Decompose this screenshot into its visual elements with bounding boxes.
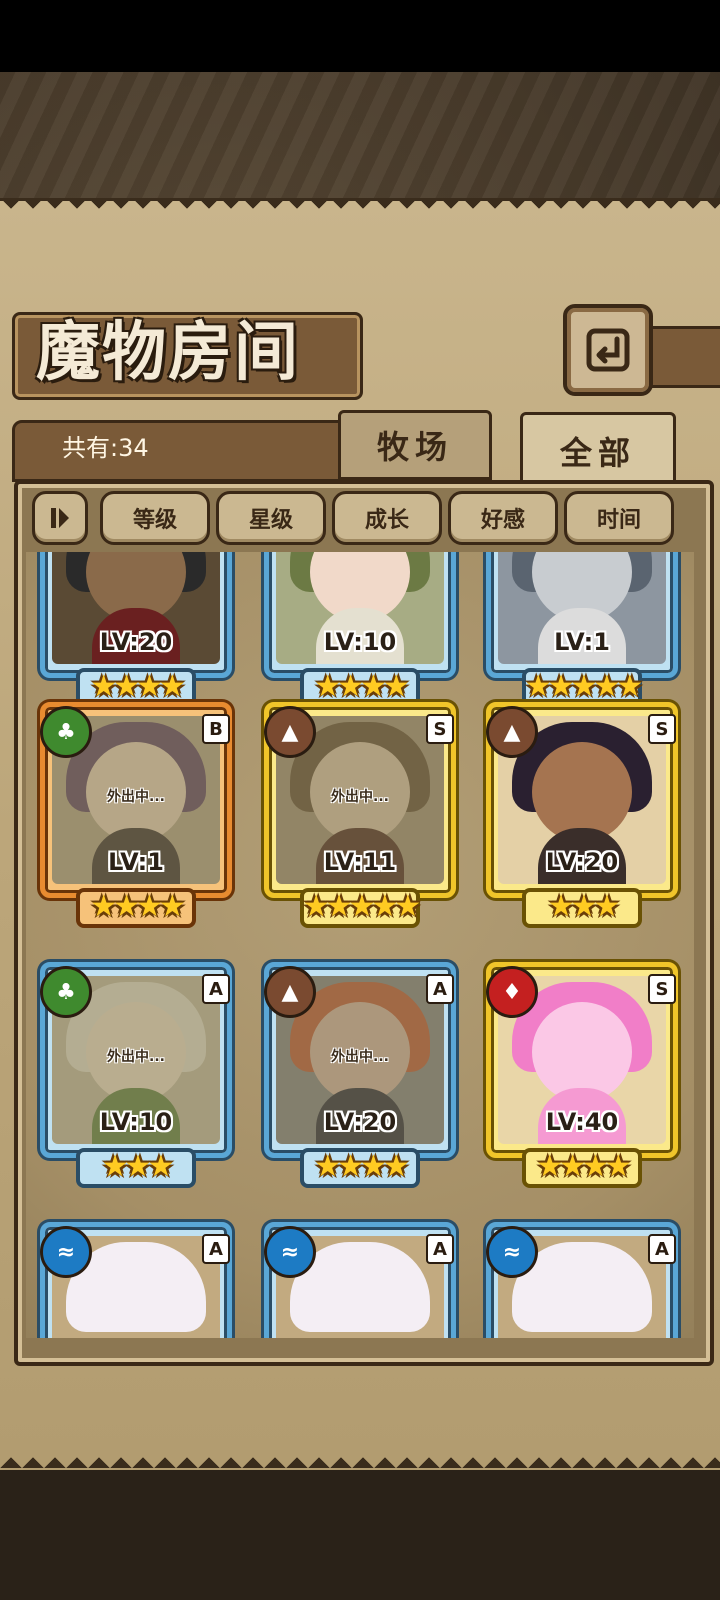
element-water-icon: ≈ — [486, 1226, 538, 1278]
status-bar — [0, 0, 720, 72]
monster-card[interactable]: ≈ A — [482, 1222, 682, 1338]
monster-stars: ★★★★ — [90, 669, 186, 704]
page-title: 魔物房间 — [36, 315, 300, 390]
tab-all-label: 全部 — [559, 434, 636, 472]
monster-level: LV:1 — [108, 848, 164, 876]
monster-card[interactable]: ≈ A — [36, 1222, 236, 1338]
monster-stars: ★★★★ — [536, 1149, 632, 1184]
monster-level: LV:20 — [99, 628, 173, 656]
rank-badge: A — [202, 1234, 230, 1264]
element-grass-icon: ♣ — [40, 966, 92, 1018]
sort-order-toggle[interactable] — [32, 491, 88, 545]
away-status: 外出中... — [107, 1049, 165, 1065]
element-earth-icon: ▲ — [486, 706, 538, 758]
back-button[interactable] — [563, 304, 653, 396]
element-water-icon: ≈ — [40, 1226, 92, 1278]
monster-level: LV:20 — [545, 848, 619, 876]
monster-stars: ★★★★★ — [302, 889, 421, 924]
monster-level: LV:40 — [545, 1108, 619, 1136]
tab-ranch[interactable]: 牧场 — [338, 410, 492, 480]
rank-badge: S — [648, 974, 676, 1004]
element-earth-icon: ▲ — [264, 706, 316, 758]
monster-level: LV:10 — [323, 628, 397, 656]
background-texture — [0, 72, 720, 200]
monster-level: LV:11 — [323, 848, 397, 876]
tab-all[interactable]: 全部 — [520, 412, 676, 490]
sort-growth-button[interactable]: 成长 — [332, 491, 442, 545]
sort-time-button[interactable]: 时间 — [564, 491, 674, 545]
monster-stars: ★★★★ — [314, 669, 410, 704]
panel-edge-bottom — [0, 1446, 720, 1468]
monster-card[interactable]: ♦ S LV:40 ★★★★ — [482, 962, 682, 1192]
bottom-background — [0, 1470, 720, 1600]
rank-badge: A — [426, 974, 454, 1004]
sort-level-button[interactable]: 等级 — [100, 491, 210, 545]
element-fire-icon: ♦ — [486, 966, 538, 1018]
monster-card[interactable]: 外出中... ♣ A LV:10 ★★★ — [36, 962, 236, 1192]
monster-card[interactable]: 外出中... ♣ B LV:1 ★★★★ — [36, 702, 236, 932]
monster-grid[interactable]: LV:20 ★★★★ LV:10 ★★★★ LV:1 ★★★★★ 外出中... … — [26, 552, 694, 1338]
element-grass-icon: ♣ — [40, 706, 92, 758]
monster-level: LV:20 — [323, 1108, 397, 1136]
away-status: 外出中... — [331, 789, 389, 805]
monster-card[interactable]: LV:20 ★★★★ — [36, 552, 236, 712]
monster-card[interactable]: LV:10 ★★★★ — [260, 552, 460, 712]
rank-badge: A — [648, 1234, 676, 1264]
monster-level: LV:10 — [99, 1108, 173, 1136]
monster-stars: ★★★★★ — [524, 669, 643, 704]
monster-card[interactable]: LV:1 ★★★★★ — [482, 552, 682, 712]
rank-badge: A — [202, 974, 230, 1004]
back-arrow-icon — [586, 328, 630, 372]
rank-badge: B — [202, 714, 230, 744]
element-earth-icon: ▲ — [264, 966, 316, 1018]
away-status: 外出中... — [107, 789, 165, 805]
rank-badge: S — [648, 714, 676, 744]
element-water-icon: ≈ — [264, 1226, 316, 1278]
sort-toggle-icon — [51, 508, 69, 528]
monster-stars: ★★★★ — [90, 889, 186, 924]
panel-edge-top — [0, 198, 720, 220]
sort-affection-button[interactable]: 好感 — [448, 491, 558, 545]
monster-card[interactable]: ▲ S LV:20 ★★★ — [482, 702, 682, 932]
tab-ranch-label: 牧场 — [376, 428, 453, 466]
sort-star-button[interactable]: 星级 — [216, 491, 326, 545]
away-status: 外出中... — [331, 1049, 389, 1065]
monster-card[interactable]: 外出中... ▲ S LV:11 ★★★★★ — [260, 702, 460, 932]
monster-stars: ★★★ — [101, 1149, 175, 1184]
rank-badge: S — [426, 714, 454, 744]
monster-count: 共有:34 — [62, 434, 149, 462]
sort-bar: 等级 星级 成长 好感 时间 — [30, 491, 690, 547]
monster-stars: ★★★★ — [314, 1149, 410, 1184]
monster-stars: ★★★ — [547, 889, 621, 924]
monster-level: LV:1 — [554, 628, 610, 656]
rank-badge: A — [426, 1234, 454, 1264]
monster-card[interactable]: ≈ A — [260, 1222, 460, 1338]
monster-card[interactable]: 外出中... ▲ A LV:20 ★★★★ — [260, 962, 460, 1192]
